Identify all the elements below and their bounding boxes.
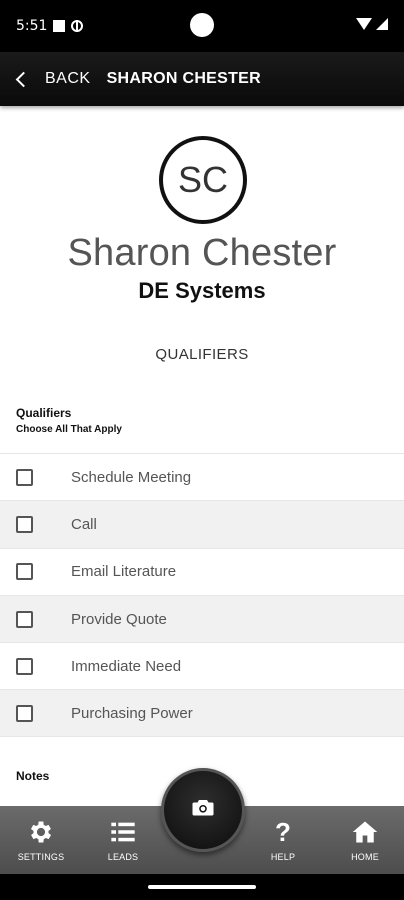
nav-label: HELP (270, 852, 296, 862)
contact-company: DE Systems (138, 278, 266, 303)
signal-icon (376, 18, 388, 30)
qualifier-row-email-literature[interactable]: Email Literature (0, 547, 404, 595)
home-icon (351, 818, 379, 846)
status-indicators (356, 18, 388, 30)
qualifier-label: Immediate Need (71, 657, 182, 675)
checkbox[interactable] (16, 468, 33, 486)
gear-icon (27, 818, 55, 846)
qualifier-label: Purchasing Power (71, 704, 193, 722)
page-title: SHARON CHESTER (106, 70, 262, 87)
qualifier-row-schedule-meeting[interactable]: Schedule Meeting (0, 453, 404, 500)
avatar-initials: SC (177, 159, 228, 200)
nav-label: SETTINGS (17, 852, 65, 862)
nav-home[interactable]: HOME (330, 806, 400, 874)
checkbox[interactable] (16, 657, 33, 675)
qualifier-label: Schedule Meeting (71, 468, 192, 486)
chevron-left-icon (15, 71, 32, 87)
checkbox[interactable] (16, 515, 33, 533)
system-gesture-area (0, 874, 404, 900)
nav-settings[interactable]: SETTINGS (6, 806, 76, 874)
section-title: QUALIFIERS (155, 346, 249, 363)
qualifier-row-provide-quote[interactable]: Provide Quote (0, 594, 404, 643)
notification-icon (53, 20, 66, 32)
camera-cutout (190, 13, 214, 37)
checkbox[interactable] (16, 704, 33, 722)
status-bar: 5:51 (0, 0, 404, 52)
notes-label: Notes (16, 769, 50, 783)
wifi-icon (356, 18, 372, 30)
app-header: BACK SHARON CHESTER (0, 52, 404, 106)
vpn-icon (71, 20, 84, 32)
checkbox[interactable] (16, 563, 33, 581)
status-time: 5:51 (16, 18, 48, 34)
back-label: BACK (45, 70, 91, 87)
qualifier-row-call[interactable]: Call (0, 500, 404, 548)
qualifiers-subheading: Choose All That Apply (16, 424, 122, 435)
avatar: SC (159, 136, 247, 224)
list-icon (109, 818, 137, 846)
nav-help[interactable]: ? HELP (248, 806, 318, 874)
qualifier-label: Provide Quote (71, 610, 167, 628)
home-gesture-bar[interactable] (148, 885, 256, 889)
nav-leads[interactable]: LEADS (88, 806, 158, 874)
qualifier-row-immediate-need[interactable]: Immediate Need (0, 642, 404, 689)
qualifier-label: Call (71, 515, 97, 533)
checkbox[interactable] (16, 610, 33, 628)
qualifiers-heading: Qualifiers (16, 406, 72, 420)
nav-label: LEADS (107, 852, 139, 862)
back-button[interactable]: BACK (15, 70, 91, 88)
qualifier-row-purchasing-power[interactable]: Purchasing Power (0, 689, 404, 737)
qualifiers-list: Schedule Meeting Call Email Literature P… (0, 453, 404, 737)
nav-label: HOME (351, 852, 379, 862)
contact-name: Sharon Chester (67, 232, 337, 274)
camera-icon (192, 799, 214, 822)
question-mark-icon: ? (275, 816, 291, 847)
qualifier-label: Email Literature (71, 563, 177, 581)
camera-button[interactable] (161, 768, 245, 852)
